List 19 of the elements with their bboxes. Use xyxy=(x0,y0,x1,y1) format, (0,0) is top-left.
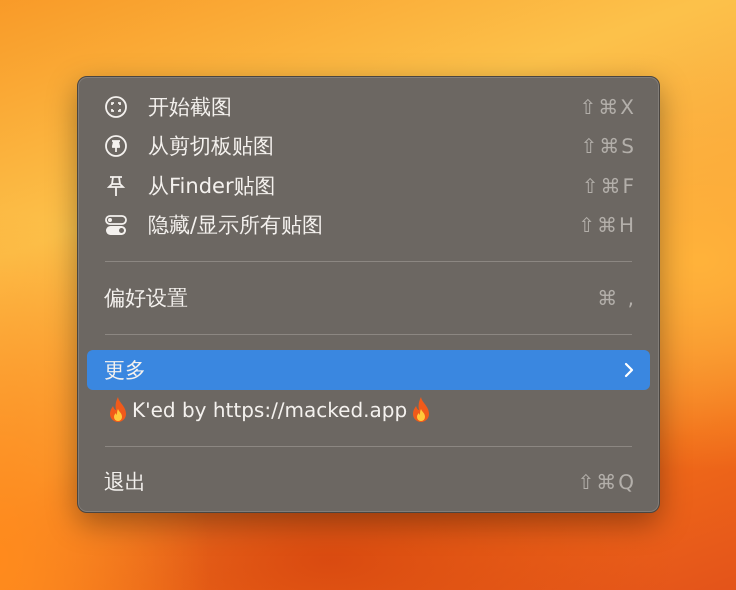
menu-item[interactable]: 从剪切板贴图 ⇧⌘S xyxy=(87,126,650,166)
screenshot-icon xyxy=(104,94,128,119)
menu-item[interactable]: 从Finder贴图 ⇧⌘F xyxy=(87,166,650,206)
shortcut-label: ⇧⌘F xyxy=(582,174,636,198)
menu-item[interactable]: 更多 xyxy=(87,350,650,390)
shortcut-label: ⇧⌘X xyxy=(580,94,636,119)
chevron-right-icon xyxy=(622,361,636,380)
menu-item[interactable]: 开始截图 ⇧⌘X xyxy=(87,87,650,127)
pin-icon xyxy=(104,174,128,198)
menu-item[interactable]: 退出 ⇧⌘Q xyxy=(87,462,650,502)
shortcut-label: ⇧⌘S xyxy=(580,134,636,158)
menu-item[interactable]: 隐藏/显示所有贴图 ⇧⌘H xyxy=(87,206,650,246)
shortcut-label: ⌘ , xyxy=(597,286,636,310)
shortcut-label: ⇧⌘Q xyxy=(578,470,636,494)
menu-item[interactable]: 偏好设置 ⌘ , xyxy=(87,278,650,318)
toggle-icon xyxy=(104,213,128,238)
shortcut-label: ⇧⌘H xyxy=(578,213,636,238)
menu-item[interactable]: K'ed by https://macked.app xyxy=(87,390,650,430)
pin-icon xyxy=(104,134,128,158)
